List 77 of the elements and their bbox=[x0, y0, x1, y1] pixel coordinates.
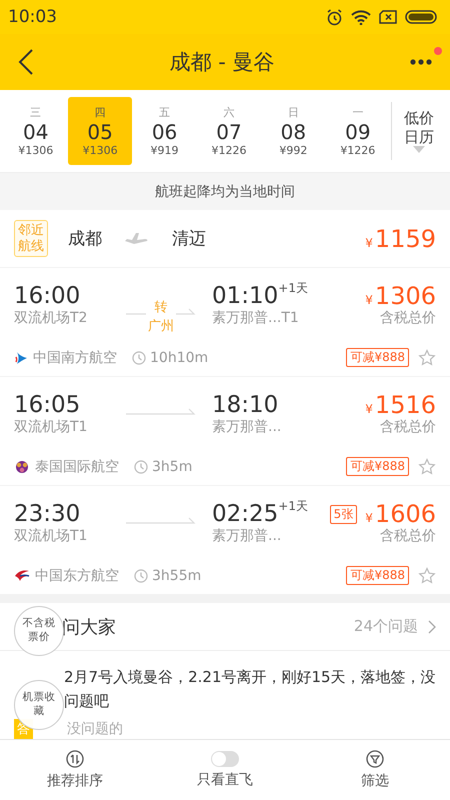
calendar-button[interactable]: 低价日历 bbox=[390, 102, 446, 160]
airline-name: 中国东方航空 bbox=[35, 566, 119, 584]
sim-icon bbox=[379, 10, 397, 24]
battery-icon bbox=[405, 10, 438, 24]
toggle-switch[interactable] bbox=[211, 751, 239, 767]
flight-duration: 10h10m bbox=[150, 350, 208, 366]
currency-symbol: ¥ bbox=[365, 293, 373, 307]
departure-airport: 双流机场T1 bbox=[14, 418, 88, 436]
arrival-airport: 素万那普...T1 bbox=[212, 309, 300, 328]
airline-name: 中国南方航空 bbox=[33, 348, 117, 366]
flight-price: 1516 bbox=[374, 393, 436, 418]
date-tab[interactable]: 四 05 ¥1306 bbox=[68, 97, 132, 165]
price-note: 含税总价 bbox=[380, 418, 436, 436]
departure-time: 23:30 bbox=[14, 502, 82, 528]
currency-symbol: ¥ bbox=[365, 236, 373, 250]
airline-logo-icon bbox=[14, 350, 28, 364]
date-tab[interactable]: 六 07 ¥1226 bbox=[197, 97, 261, 165]
notice-text: 航班起降均为当地时间 bbox=[155, 182, 295, 200]
price-note: 含税总价 bbox=[380, 527, 436, 546]
flight-duration: 3h5m bbox=[152, 458, 192, 474]
star-icon[interactable] bbox=[418, 348, 436, 366]
currency-symbol: ¥ bbox=[365, 511, 373, 525]
discount-badge: 可减¥888 bbox=[346, 566, 409, 585]
airline-name: 泰国国际航空 bbox=[35, 458, 119, 476]
status-time: 10:03 bbox=[8, 7, 57, 27]
date-tab[interactable]: 五 06 ¥919 bbox=[132, 97, 196, 165]
arrival-time: 18:10 bbox=[212, 392, 278, 418]
departure-time: 16:05 bbox=[14, 393, 82, 418]
airline-logo-icon bbox=[14, 568, 30, 582]
next-day-mark: +1天 bbox=[278, 281, 308, 295]
page-title: 成都 - 曼谷 bbox=[170, 49, 274, 76]
clock-icon bbox=[134, 460, 148, 474]
flight-price: 1306 bbox=[374, 284, 436, 310]
more-icon bbox=[410, 59, 432, 65]
bottom-bar-button[interactable]: 推荐排序 bbox=[15, 749, 135, 791]
flight-price: 1606 bbox=[374, 502, 436, 528]
date-tab[interactable]: 日 08 ¥992 bbox=[262, 97, 326, 165]
question-text: 2月7号入境曼谷，2.21号离开，刚好15天，落地签，没问题吧 bbox=[64, 667, 437, 712]
wifi-icon bbox=[351, 10, 371, 24]
answer-text: 没问题的 bbox=[67, 720, 123, 738]
bottom-bar-button[interactable]: 筛选 bbox=[315, 749, 435, 791]
arrival-airport: 素万那普... bbox=[212, 418, 282, 436]
transfer-label: 转 bbox=[154, 298, 168, 316]
departure-airport: 双流机场T1 bbox=[14, 527, 88, 546]
caret-icon bbox=[412, 146, 425, 154]
next-day-mark: +1天 bbox=[278, 499, 308, 513]
clock-icon bbox=[134, 568, 148, 582]
discount-badge: 可减¥888 bbox=[346, 348, 409, 367]
airline-logo-icon bbox=[14, 460, 30, 474]
star-icon[interactable] bbox=[418, 458, 436, 476]
sort-icon bbox=[66, 750, 84, 768]
nearby-route-badge: 邻近航线 bbox=[14, 220, 48, 258]
alarm-icon bbox=[326, 8, 343, 26]
departure-time: 16:00 bbox=[14, 284, 82, 310]
arrival-time: 01:10 bbox=[212, 283, 278, 309]
arrival-airport: 素万那普... bbox=[212, 527, 282, 546]
arrival-time: 02:25 bbox=[212, 501, 278, 527]
date-tab[interactable]: 一 09 ¥1226 bbox=[326, 97, 390, 165]
back-icon bbox=[18, 49, 34, 75]
star-icon[interactable] bbox=[418, 566, 436, 584]
transfer-city: 广州 bbox=[148, 318, 174, 336]
currency-symbol: ¥ bbox=[365, 402, 373, 416]
discount-badge: 可减¥888 bbox=[346, 457, 409, 476]
flight-duration: 3h55m bbox=[152, 568, 202, 584]
qa-title: 问大家 bbox=[62, 616, 116, 638]
filter-icon bbox=[366, 750, 384, 768]
origin-city: 成都 bbox=[68, 228, 102, 250]
destination-city: 清迈 bbox=[172, 228, 206, 250]
date-tab[interactable]: 三 04 ¥1306 bbox=[4, 97, 68, 165]
departure-airport: 双流机场T2 bbox=[14, 309, 88, 328]
price-note: 含税总价 bbox=[380, 309, 436, 328]
bottom-bar-button[interactable]: 只看直飞 bbox=[165, 750, 285, 790]
tickets-left-badge: 5张 bbox=[330, 505, 358, 524]
plane-icon bbox=[124, 232, 150, 246]
clock-icon bbox=[132, 350, 146, 364]
chevron-right-icon[interactable] bbox=[428, 620, 436, 634]
route-price: 1159 bbox=[374, 224, 436, 252]
